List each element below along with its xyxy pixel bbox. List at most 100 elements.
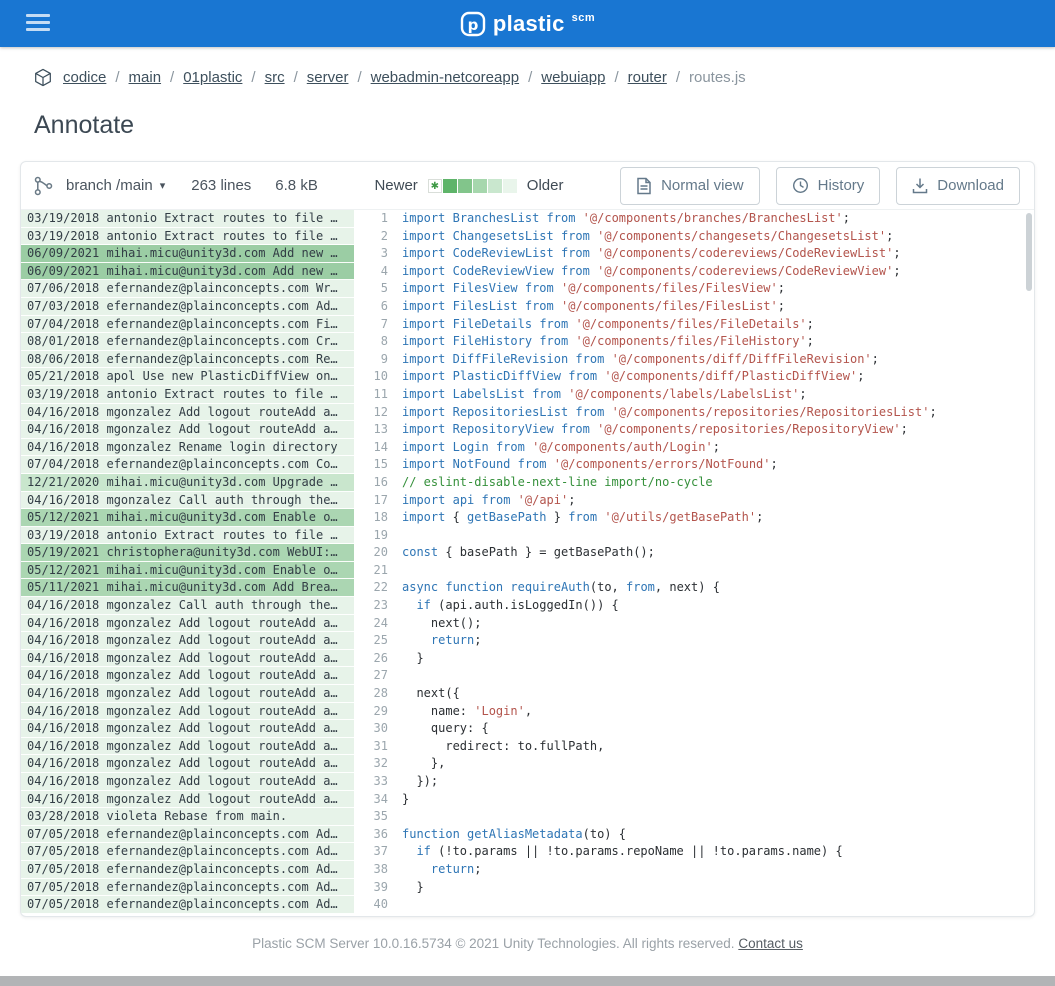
code-line: 10 import PlasticDiffView from '@/compone…	[356, 368, 1034, 386]
file-size: 6.8 kB	[275, 177, 318, 194]
annotation-row[interactable]: 08/01/2018 efernandez@plainconcepts.com …	[21, 333, 354, 351]
branch-selector[interactable]: branch /main ▾	[64, 173, 167, 198]
history-label: History	[817, 177, 865, 194]
annotation-row[interactable]: 04/16/2018 mgonzalez Rename login direct…	[21, 438, 354, 457]
annotation-row[interactable]: 05/11/2021 mihai.micu@unity3d.com Add Br…	[21, 579, 354, 598]
annotation-row[interactable]: 07/06/2018 efernandez@plainconcepts.com …	[21, 280, 354, 298]
annotation-row[interactable]: 07/05/2018 efernandez@plainconcepts.com …	[21, 860, 354, 879]
annotation-row[interactable]: 04/16/2018 mgonzalez Add logout routeAdd…	[21, 755, 354, 773]
annotation-row[interactable]: 07/05/2018 efernandez@plainconcepts.com …	[21, 878, 354, 897]
code-line: 40	[356, 896, 1034, 914]
code-line: 23 if (api.auth.isLoggedIn()) {	[356, 597, 1034, 615]
normal-view-button[interactable]: Normal view	[620, 166, 760, 205]
code-text: import CodeReviewView from '@/components…	[402, 263, 901, 278]
breadcrumb-link-src[interactable]: src	[265, 69, 285, 86]
download-label: Download	[937, 177, 1004, 194]
line-number: 28	[373, 686, 388, 701]
annotation-row[interactable]: 06/09/2021 mihai.micu@unity3d.com Add ne…	[21, 245, 354, 263]
line-number: 5	[380, 281, 388, 296]
annotation-row[interactable]: 04/16/2018 mgonzalez Add logout routeAdd…	[21, 667, 354, 686]
annotation-row[interactable]: 07/05/2018 efernandez@plainconcepts.com …	[21, 825, 354, 844]
annotation-row[interactable]: 12/21/2020 mihai.micu@unity3d.com Upgrad…	[21, 473, 354, 492]
code-text: next({	[402, 686, 460, 701]
logo-wordmark: plastic	[492, 10, 565, 36]
annotation-row[interactable]: 08/06/2018 efernandez@plainconcepts.com …	[21, 350, 354, 369]
annotation-row[interactable]: 03/19/2018 antonio Extract routes to fil…	[21, 385, 354, 404]
breadcrumb-link-router[interactable]: router	[628, 69, 667, 86]
annotation-row[interactable]: 07/05/2018 efernandez@plainconcepts.com …	[21, 843, 354, 861]
annotation-row[interactable]: 03/19/2018 antonio Extract routes to fil…	[21, 227, 354, 246]
annotation-row[interactable]: 04/16/2018 mgonzalez Add logout routeAdd…	[21, 403, 354, 422]
annotation-row[interactable]: 04/16/2018 mgonzalez Add logout routeAdd…	[21, 614, 354, 633]
breadcrumb-link-main[interactable]: main	[129, 69, 162, 86]
menu-icon[interactable]	[24, 12, 52, 34]
contact-us-link[interactable]: Contact us	[738, 936, 803, 951]
annotation-row[interactable]: 03/28/2018 violeta Rebase from main.	[21, 808, 354, 826]
annotation-row[interactable]: 07/04/2018 efernandez@plainconcepts.com …	[21, 315, 354, 334]
line-number: 38	[373, 861, 388, 876]
line-number: 32	[373, 756, 388, 771]
breadcrumb-link-codice[interactable]: codice	[63, 69, 106, 86]
code-text: import BranchesList from '@/components/b…	[402, 211, 850, 225]
annotation-row[interactable]: 04/16/2018 mgonzalez Add logout routeAdd…	[21, 790, 354, 809]
code-line: 17 import api from '@/api';	[356, 492, 1034, 510]
annotation-row[interactable]: 07/04/2018 efernandez@plainconcepts.com …	[21, 456, 354, 474]
plastic-scm-logo: p plastic scm	[460, 11, 595, 37]
code-text: },	[402, 756, 446, 771]
annotation-row[interactable]: 05/12/2021 mihai.micu@unity3d.com Enable…	[21, 561, 354, 580]
code-line: 20 const { basePath } = getBasePath();	[356, 544, 1034, 562]
breadcrumb-link-01plastic[interactable]: 01plastic	[183, 69, 242, 86]
annotation-row[interactable]: 04/16/2018 mgonzalez Call auth through t…	[21, 597, 354, 615]
code-text: import FileHistory from '@/components/fi…	[402, 334, 814, 349]
branch-hierarchy-icon[interactable]	[33, 176, 54, 196]
annotation-row[interactable]: 05/19/2021 christophera@unity3d.com WebU…	[21, 544, 354, 562]
code-text: async function requireAuth(to, from, nex…	[402, 580, 720, 595]
toolbar-buttons: Normal view History Download	[620, 166, 1020, 205]
line-number: 23	[373, 598, 388, 613]
code-line: 35	[356, 808, 1034, 826]
annotation-row[interactable]: 04/16/2018 mgonzalez Add logout routeAdd…	[21, 773, 354, 791]
code-line: 28 next({	[356, 685, 1034, 703]
history-button[interactable]: History	[775, 166, 881, 205]
annotation-row[interactable]: 04/16/2018 mgonzalez Add logout routeAdd…	[21, 685, 354, 703]
line-number: 7	[380, 316, 388, 331]
breadcrumb-link-server[interactable]: server	[307, 69, 349, 86]
code-text: query: {	[402, 721, 489, 736]
annotation-row[interactable]: 06/09/2021 mihai.micu@unity3d.com Add ne…	[21, 262, 354, 281]
vertical-scrollbar[interactable]	[1026, 213, 1032, 291]
code-text: import FilesList from '@/components/file…	[402, 298, 785, 313]
annotation-row[interactable]: 03/19/2018 antonio Extract routes to fil…	[21, 210, 354, 228]
breadcrumb-link-webuiapp[interactable]: webuiapp	[541, 69, 605, 86]
line-number: 22	[373, 580, 388, 595]
code-text: next();	[402, 615, 482, 630]
line-number: 29	[373, 703, 388, 718]
code-line: 38 return;	[356, 861, 1034, 879]
breadcrumb-separator: /	[251, 69, 256, 86]
code-line: 36 function getAliasMetadata(to) {	[356, 826, 1034, 844]
breadcrumb-separator: /	[528, 69, 533, 86]
annotation-row[interactable]: 04/16/2018 mgonzalez Add logout routeAdd…	[21, 737, 354, 756]
breadcrumb-link-webadmin-netcoreapp[interactable]: webadmin-netcoreapp	[371, 69, 519, 86]
annotation-row[interactable]: 05/12/2021 mihai.micu@unity3d.com Enable…	[21, 509, 354, 527]
annotation-row[interactable]: 03/19/2018 antonio Extract routes to fil…	[21, 526, 354, 545]
annotation-row[interactable]: 04/16/2018 mgonzalez Add logout routeAdd…	[21, 421, 354, 439]
annotation-row[interactable]: 04/16/2018 mgonzalez Add logout routeAdd…	[21, 702, 354, 721]
code-line: 27	[356, 667, 1034, 685]
annotation-row[interactable]: 07/03/2018 efernandez@plainconcepts.com …	[21, 297, 354, 316]
code-line: 1 import BranchesList from '@/components/…	[356, 210, 1034, 228]
download-button[interactable]: Download	[896, 166, 1020, 205]
annotation-row[interactable]: 05/21/2018 apol Use new PlasticDiffView …	[21, 368, 354, 386]
annotation-row[interactable]: 07/05/2018 efernandez@plainconcepts.com …	[21, 896, 354, 914]
annotate-content: 03/19/2018 antonio Extract routes to fil…	[21, 210, 1034, 916]
code-text: import { getBasePath } from '@/utils/get…	[402, 510, 764, 525]
annotation-row[interactable]: 04/16/2018 mgonzalez Call auth through t…	[21, 491, 354, 510]
chevron-down-icon: ▾	[159, 180, 166, 192]
annotation-row[interactable]: 04/16/2018 mgonzalez Add logout routeAdd…	[21, 649, 354, 668]
annotation-row[interactable]: 04/16/2018 mgonzalez Add logout routeAdd…	[21, 720, 354, 738]
line-number: 20	[373, 545, 388, 560]
line-number: 6	[380, 298, 388, 313]
annotation-row[interactable]: 04/16/2018 mgonzalez Add logout routeAdd…	[21, 632, 354, 650]
line-number: 33	[373, 774, 388, 788]
line-number: 24	[373, 615, 388, 630]
line-number: 30	[373, 721, 388, 736]
